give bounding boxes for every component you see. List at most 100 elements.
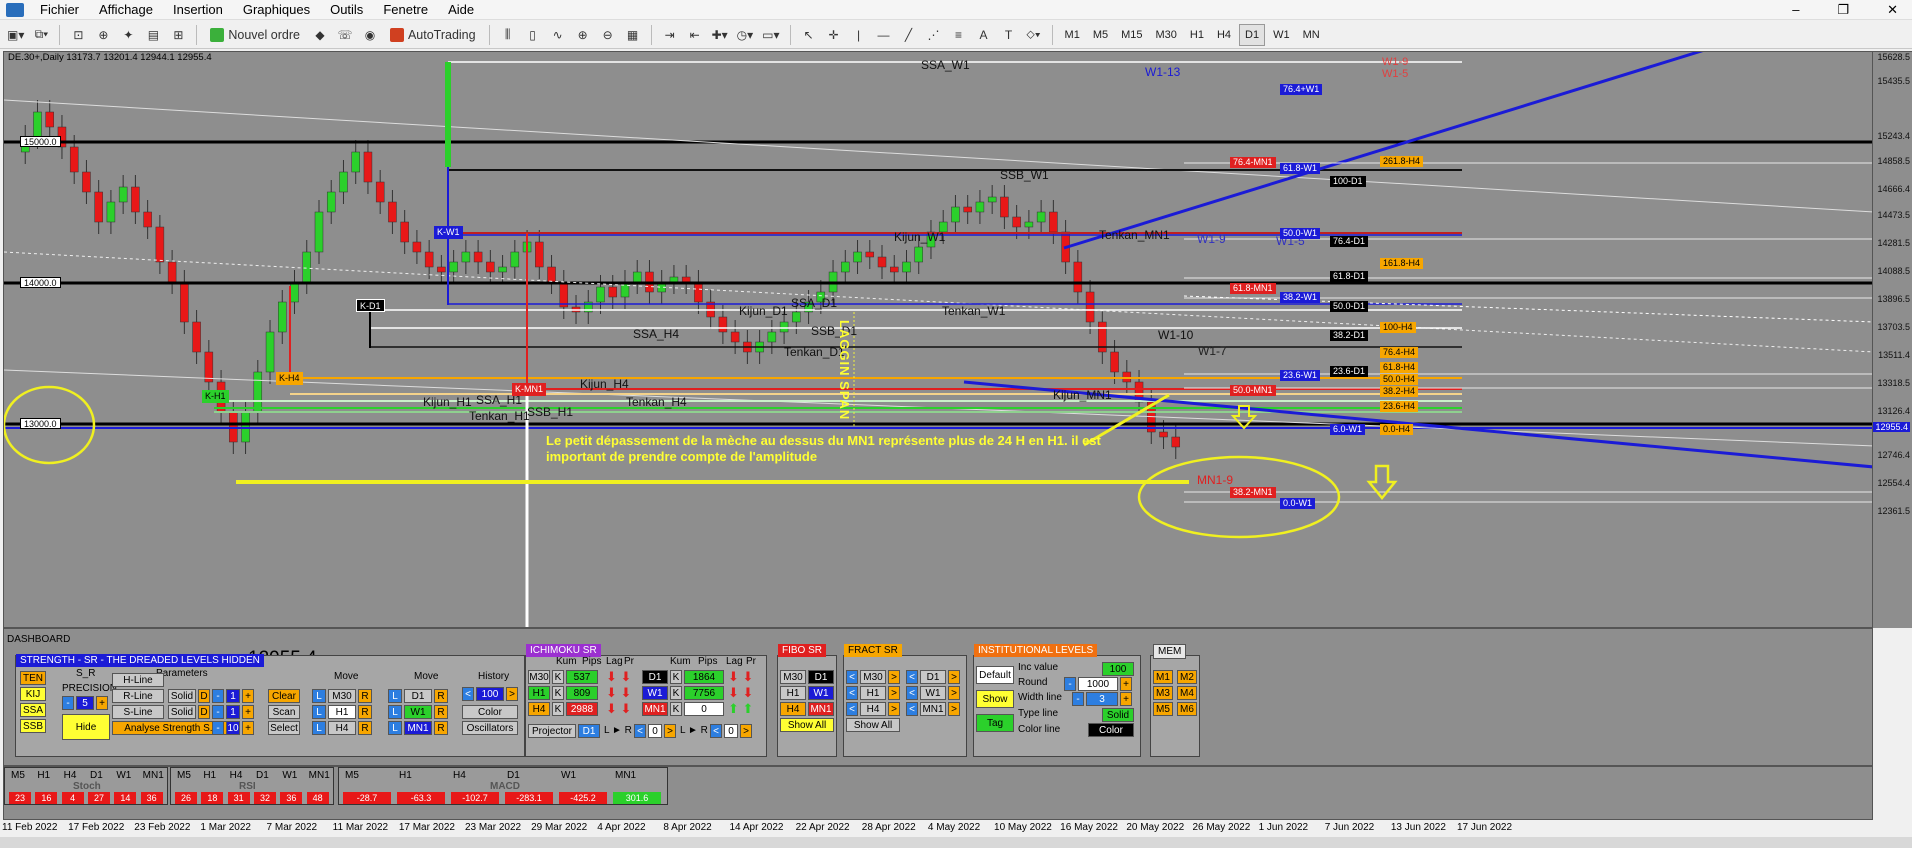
- trendline-icon[interactable]: ╱: [898, 24, 920, 46]
- autotrading-button[interactable]: AutoTrading: [384, 24, 482, 46]
- round-value[interactable]: 1000: [1078, 677, 1118, 691]
- move2-r-3[interactable]: R: [434, 721, 448, 735]
- bar-chart-icon[interactable]: ⫼: [497, 24, 519, 46]
- move2-l-2[interactable]: L: [388, 705, 402, 719]
- fibo-show-all[interactable]: Show All: [780, 718, 834, 732]
- sline-button[interactable]: S-Line: [112, 705, 164, 719]
- fibo-d1[interactable]: D1: [808, 670, 834, 684]
- data-window-icon[interactable]: ⊕: [92, 24, 114, 46]
- fract-d1[interactable]: D1: [920, 670, 946, 684]
- history-value[interactable]: 100: [476, 687, 504, 701]
- fibo-w1[interactable]: W1: [808, 686, 834, 700]
- move2-r-2[interactable]: R: [434, 705, 448, 719]
- move2-l-1[interactable]: L: [388, 689, 402, 703]
- move-l-2[interactable]: L: [312, 705, 326, 719]
- shapes-icon[interactable]: ⬦▾: [1023, 24, 1045, 46]
- market-icon[interactable]: ◉: [359, 24, 381, 46]
- mem-m3[interactable]: M3: [1153, 686, 1173, 700]
- select-button[interactable]: Select: [268, 721, 300, 735]
- move2-r-1[interactable]: R: [434, 689, 448, 703]
- ten-button[interactable]: TEN: [20, 671, 46, 685]
- profiles-icon[interactable]: ⧉▾: [30, 24, 52, 46]
- move-tf-h1[interactable]: H1: [328, 705, 356, 719]
- minimize-icon[interactable]: –: [1782, 2, 1809, 18]
- market-watch-icon[interactable]: ⊡: [67, 24, 89, 46]
- ichi-tf-h1[interactable]: H1: [528, 686, 550, 700]
- move-r-1[interactable]: R: [358, 689, 372, 703]
- move-tf-h4[interactable]: H4: [328, 721, 356, 735]
- rline-button[interactable]: R-Line: [112, 689, 164, 703]
- tag-button[interactable]: Tag: [976, 714, 1014, 732]
- oscillators-button[interactable]: Oscillators: [462, 721, 518, 735]
- tf-w1[interactable]: W1: [1268, 24, 1295, 46]
- price-chart[interactable]: DE.30+,Daily 13173.7 13201.4 12944.1 129…: [3, 51, 1873, 628]
- ssb-button[interactable]: SSB: [20, 719, 46, 733]
- fract-m30[interactable]: M30: [860, 670, 886, 684]
- cursor-icon[interactable]: ↖: [798, 24, 820, 46]
- hide-button[interactable]: Hide: [62, 714, 110, 740]
- kij-button[interactable]: KIJ: [20, 687, 46, 701]
- move-l-1[interactable]: L: [312, 689, 326, 703]
- signals-icon[interactable]: ☏: [334, 24, 356, 46]
- ichi-tf-mn1[interactable]: MN1: [642, 702, 668, 716]
- new-order-button[interactable]: Nouvel ordre: [204, 24, 306, 46]
- tf-h4[interactable]: H4: [1212, 24, 1236, 46]
- menu-aide[interactable]: Aide: [438, 2, 484, 17]
- ichi-tf-w1[interactable]: W1: [642, 686, 668, 700]
- menu-fichier[interactable]: Fichier: [30, 2, 89, 17]
- rline-d[interactable]: D: [198, 689, 210, 703]
- analyse-value[interactable]: 10: [226, 721, 240, 735]
- tf-m30[interactable]: M30: [1151, 24, 1182, 46]
- terminal-icon[interactable]: ▤: [142, 24, 164, 46]
- projector-tf[interactable]: D1: [578, 724, 600, 738]
- type-value[interactable]: Solid: [1102, 708, 1134, 722]
- sline-width[interactable]: 1: [226, 705, 240, 719]
- projector-value-1[interactable]: 0: [648, 724, 662, 738]
- fract-w1[interactable]: W1: [920, 686, 946, 700]
- line-chart-icon[interactable]: ∿: [547, 24, 569, 46]
- move-l-3[interactable]: L: [312, 721, 326, 735]
- mem-m6[interactable]: M6: [1177, 702, 1197, 716]
- fract-h1[interactable]: H1: [860, 686, 886, 700]
- menu-graphiques[interactable]: Graphiques: [233, 2, 320, 17]
- rline-style[interactable]: Solid: [168, 689, 196, 703]
- hline-button[interactable]: H-Line: [112, 673, 164, 687]
- projector-value-2[interactable]: 0: [724, 724, 738, 738]
- width-value[interactable]: 3: [1086, 692, 1118, 706]
- chart-shift-icon[interactable]: ⇤: [684, 24, 706, 46]
- tf-mn[interactable]: MN: [1298, 24, 1325, 46]
- move2-tf-mn1[interactable]: MN1: [404, 721, 432, 735]
- fibo-mn1[interactable]: MN1: [808, 702, 834, 716]
- mem-m2[interactable]: M2: [1177, 670, 1197, 684]
- menu-affichage[interactable]: Affichage: [89, 2, 163, 17]
- fibonacci-icon[interactable]: ≡: [948, 24, 970, 46]
- fract-h4[interactable]: H4: [860, 702, 886, 716]
- fract-show-all[interactable]: Show All: [846, 718, 900, 732]
- fibo-m30[interactable]: M30: [780, 670, 806, 684]
- sline-d[interactable]: D: [198, 705, 210, 719]
- tf-h1[interactable]: H1: [1185, 24, 1209, 46]
- tester-icon[interactable]: ⊞: [167, 24, 189, 46]
- sline-style[interactable]: Solid: [168, 705, 196, 719]
- new-chart-icon[interactable]: ▣▾: [4, 24, 27, 46]
- ichi-tf-d1[interactable]: D1: [642, 670, 668, 684]
- tf-d1[interactable]: D1: [1239, 23, 1266, 46]
- rline-width[interactable]: 1: [226, 689, 240, 703]
- restore-icon[interactable]: ❐: [1827, 2, 1859, 18]
- vertical-line-icon[interactable]: |: [848, 24, 870, 46]
- tf-m15[interactable]: M15: [1116, 24, 1147, 46]
- fibo-h1[interactable]: H1: [780, 686, 806, 700]
- color-button[interactable]: Color: [462, 705, 518, 719]
- menu-fenetre[interactable]: Fenetre: [373, 2, 438, 17]
- crosshair-icon[interactable]: ✛: [823, 24, 845, 46]
- templates-icon[interactable]: ▭▾: [759, 24, 782, 46]
- zoom-out-icon[interactable]: ⊖: [597, 24, 619, 46]
- color-line-button[interactable]: Color: [1088, 723, 1134, 737]
- projector-button[interactable]: Projector: [528, 724, 576, 738]
- chart-tabs[interactable]: [0, 837, 1912, 848]
- ichi-tf-h4[interactable]: H4: [528, 702, 550, 716]
- mem-m1[interactable]: M1: [1153, 670, 1173, 684]
- move2-l-3[interactable]: L: [388, 721, 402, 735]
- label-icon[interactable]: T: [998, 24, 1020, 46]
- tf-m1[interactable]: M1: [1060, 24, 1085, 46]
